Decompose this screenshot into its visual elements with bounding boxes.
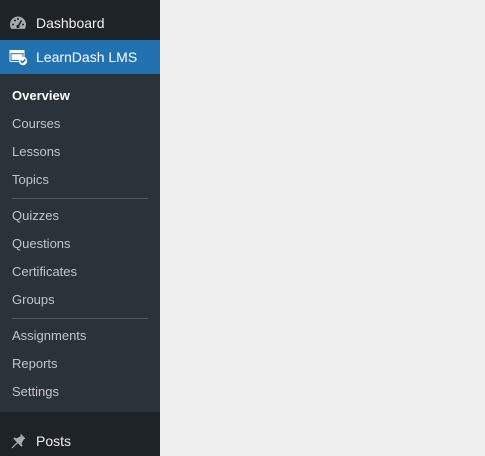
submenu-item-topics[interactable]: Topics <box>12 166 152 194</box>
main-content-area <box>160 0 485 456</box>
submenu-item-groups[interactable]: Groups <box>12 286 152 314</box>
submenu-item-certificates[interactable]: Certificates <box>12 258 152 286</box>
menu-item-label: Dashboard <box>36 15 105 31</box>
submenu-item-assignments[interactable]: Assignments <box>12 322 152 350</box>
submenu-item-courses[interactable]: Courses <box>12 110 152 138</box>
submenu-item-overview[interactable]: Overview <box>12 82 152 110</box>
menu-item-learndash-lms[interactable]: LearnDash LMS <box>0 40 160 74</box>
menu-item-label: LearnDash LMS <box>36 49 138 65</box>
wp-admin-page: Dashboard LearnDash LMS Overview Courses… <box>0 0 485 456</box>
menu-item-posts[interactable]: Posts <box>0 424 160 456</box>
submenu-separator <box>12 198 148 199</box>
menu-item-label: Posts <box>36 433 72 449</box>
menu-item-dashboard[interactable]: Dashboard <box>0 6 160 40</box>
admin-sidebar: Dashboard LearnDash LMS Overview Courses… <box>0 0 160 456</box>
submenu-separator <box>12 318 148 319</box>
learndash-icon <box>8 47 28 67</box>
submenu-item-lessons[interactable]: Lessons <box>12 138 152 166</box>
submenu-item-questions[interactable]: Questions <box>12 230 152 258</box>
submenu-item-reports[interactable]: Reports <box>12 350 152 378</box>
learndash-submenu: Overview Courses Lessons Topics Quizzes … <box>0 74 160 412</box>
submenu-item-settings[interactable]: Settings <box>12 378 152 406</box>
dashboard-gauge-icon <box>8 13 28 33</box>
submenu-item-quizzes[interactable]: Quizzes <box>12 202 152 230</box>
pushpin-icon <box>8 431 28 451</box>
